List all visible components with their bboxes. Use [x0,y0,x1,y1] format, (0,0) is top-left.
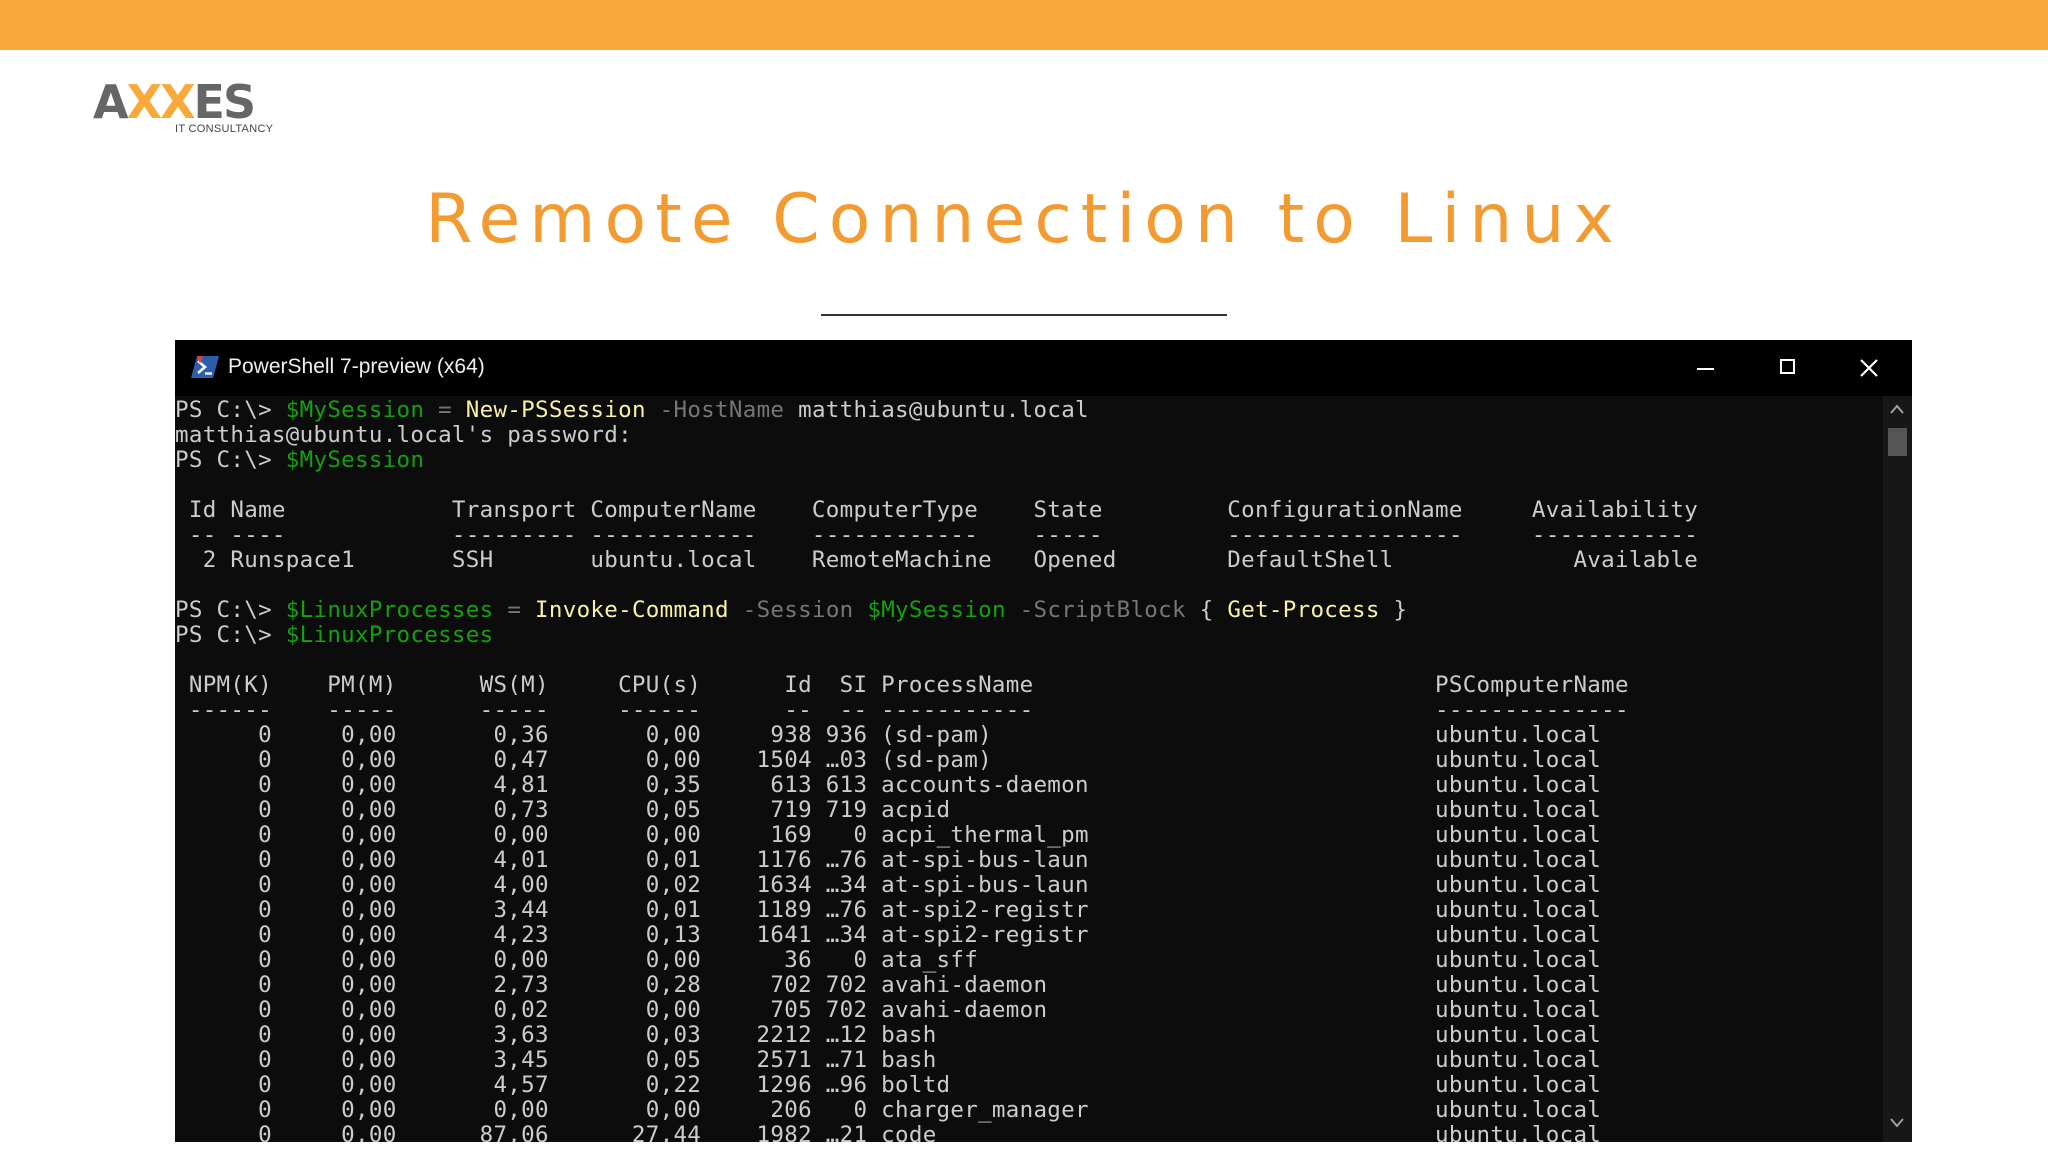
console-text-segment: New-PSSession [465,397,646,423]
console-line: Id Name Transport ComputerName ComputerT… [175,498,1698,523]
console-text-segment: 0 0,00 0,73 0,05 719 719 acpid ubuntu.lo… [175,797,1602,823]
console-line: 2 Runspace1 SSH ubuntu.local RemoteMachi… [175,548,1698,573]
console-text-segment: $LinuxProcesses [285,622,494,648]
console-line: -- ---- --------- ------------ ---------… [175,523,1698,548]
powershell-icon [191,356,219,378]
console-text-segment: { [1185,597,1228,623]
console-text-segment: 0 0,00 0,02 0,00 705 702 avahi-daemon ub… [175,997,1602,1023]
console-text-segment: -ScriptBlock [1005,597,1186,623]
console-text-segment: PS C:\> [175,597,286,623]
console-line: 0 0,00 3,63 0,03 2212 …12 bash ubuntu.lo… [175,1023,1601,1048]
console-text-segment: = [493,597,536,623]
console-text-segment: 0 0,00 2,73 0,28 702 702 avahi-daemon ub… [175,972,1602,998]
console-text-segment: 0 0,00 0,36 0,00 938 936 (sd-pam) ubuntu… [175,722,1602,748]
console-text-segment: $MySession [867,597,1006,623]
console-text-segment: NPM(K) PM(M) WS(M) CPU(s) Id SI ProcessN… [175,672,1629,698]
console-text-segment: 0 0,00 4,57 0,22 1296 …96 boltd ubuntu.l… [175,1072,1602,1098]
console-text-segment: matthias@ubuntu.local [784,397,1089,423]
console-text-segment: matthias@ubuntu.local's password: [175,422,632,448]
logo-letters-es: ES [193,75,257,129]
logo-letters-xx: XX [126,75,196,129]
console-line: ------ ----- ----- ------ -- -- --------… [175,698,1629,723]
logo-letter-a: A [93,75,129,129]
console-text-segment: 0 0,00 4,01 0,01 1176 …76 at-spi-bus-lau… [175,847,1602,873]
console-text-segment: 0 0,00 0,00 0,00 206 0 charger_manager u… [175,1097,1602,1123]
console-line: 0 0,00 4,01 0,01 1176 …76 at-spi-bus-lau… [175,848,1601,873]
logo-wordmark: AXXES [93,75,257,129]
window-titlebar[interactable]: PowerShell 7-preview (x64) [175,340,1912,396]
console-line: 0 0,00 4,57 0,22 1296 …96 boltd ubuntu.l… [175,1073,1601,1098]
console-text-segment: 2 Runspace1 SSH ubuntu.local RemoteMachi… [175,547,1699,573]
console-line: PS C:\> $MySession = New-PSSession -Host… [175,398,1089,423]
console-line: 0 0,00 0,00 0,00 206 0 charger_manager u… [175,1098,1601,1123]
console-text-segment: 0 0,00 3,45 0,05 2571 …71 bash ubuntu.lo… [175,1047,1602,1073]
console-text-segment: Invoke-Command [535,597,729,623]
console-line: matthias@ubuntu.local's password: [175,423,632,448]
console-line: 0 0,00 0,47 0,00 1504 …03 (sd-pam) ubunt… [175,748,1601,773]
console-text-segment: PS C:\> [175,397,286,423]
close-icon [1860,359,1878,377]
console-text-segment: $LinuxProcesses [285,597,494,623]
console-line: 0 0,00 0,73 0,05 719 719 acpid ubuntu.lo… [175,798,1601,823]
console-line: 0 0,00 4,00 0,02 1634 …34 at-spi-bus-lau… [175,873,1601,898]
console-text-segment: $MySession [285,397,425,423]
console-text-segment: 0 0,00 0,00 0,00 169 0 acpi_thermal_pm u… [175,822,1602,848]
console-text-segment: Get-Process [1227,597,1380,623]
console-text-segment: -Session [728,597,868,623]
console-text-segment: -HostName [645,397,785,423]
console-line: NPM(K) PM(M) WS(M) CPU(s) Id SI ProcessN… [175,673,1629,698]
console-line: PS C:\> $LinuxProcesses = Invoke-Command… [175,598,1407,623]
console-line: 0 0,00 3,45 0,05 2571 …71 bash ubuntu.lo… [175,1048,1601,1073]
console-line: 0 0,00 3,44 0,01 1189 …76 at-spi2-regist… [175,898,1601,923]
scrollbar-thumb[interactable] [1888,428,1907,456]
console-text-segment: = [424,397,466,423]
console-line: PS C:\> $MySession [175,448,424,473]
console-text-segment: Id Name Transport ComputerName ComputerT… [175,497,1699,523]
console-line: 0 0,00 0,02 0,00 705 702 avahi-daemon ub… [175,998,1601,1023]
console-text-segment: 0 0,00 0,00 0,00 36 0 ata_sff ubuntu.loc… [175,947,1602,973]
logo-subtitle: IT CONSULTANCY [175,123,274,135]
console-text-segment: } [1379,597,1408,623]
vertical-scrollbar[interactable] [1883,396,1912,1142]
console-line: 0 0,00 0,00 0,00 169 0 acpi_thermal_pm u… [175,823,1601,848]
scroll-up-arrow-icon[interactable] [1890,404,1904,414]
console-text-segment: PS C:\> [175,622,286,648]
console-text-segment: 0 0,00 4,23 0,13 1641 …34 at-spi2-regist… [175,922,1602,948]
console-line: 0 0,00 0,36 0,00 938 936 (sd-pam) ubuntu… [175,723,1601,748]
console-text-segment: PS C:\> [175,447,286,473]
console-output[interactable]: PS C:\> $MySession = New-PSSession -Host… [175,396,1883,1143]
console-line: PS C:\> $LinuxProcesses [175,623,493,648]
console-text-segment: 0 0,00 4,00 0,02 1634 …34 at-spi-bus-lau… [175,872,1602,898]
console-text-segment: 0 0,00 0,47 0,00 1504 …03 (sd-pam) ubunt… [175,747,1602,773]
console-line: 0 0,00 87,06 27,44 1982 …21 code ubuntu.… [175,1122,1602,1143]
console-line: 0 0,00 2,73 0,28 702 702 avahi-daemon ub… [175,973,1601,998]
console-text-segment: ------ ----- ----- ------ -- -- --------… [175,697,1629,723]
minimize-button[interactable] [1686,350,1726,386]
console-text-segment: 0 0,00 4,81 0,35 613 613 accounts-daemon… [175,772,1602,798]
maximize-button[interactable] [1768,350,1808,386]
scroll-down-arrow-icon[interactable] [1890,1118,1904,1128]
powershell-window[interactable]: PowerShell 7-preview (x64) PS C:\> $MySe… [175,340,1912,1142]
console-text-segment: 0 0,00 3,44 0,01 1189 …76 at-spi2-regist… [175,897,1602,923]
console-line: 0 0,00 4,81 0,35 613 613 accounts-daemon… [175,773,1601,798]
console-line: 0 0,00 0,00 0,00 36 0 ata_sff ubuntu.loc… [175,948,1601,973]
window-title: PowerShell 7-preview (x64) [228,355,485,378]
title-divider [821,314,1227,316]
console-text-segment: $MySession [285,447,425,473]
axxes-logo: AXXES IT CONSULTANCY [93,77,283,137]
top-accent-bar [0,0,2048,50]
close-button[interactable] [1849,350,1889,386]
slide-title: Remote Connection to Linux [425,180,1623,259]
console-line: 0 0,00 4,23 0,13 1641 …34 at-spi2-regist… [175,923,1601,948]
console-text-segment: 0 0,00 87,06 27,44 1982 …21 code ubuntu.… [175,1122,1602,1143]
console-text-segment: -- ---- --------- ------------ ---------… [175,522,1699,548]
console-text-segment: 0 0,00 3,63 0,03 2212 …12 bash ubuntu.lo… [175,1022,1602,1048]
